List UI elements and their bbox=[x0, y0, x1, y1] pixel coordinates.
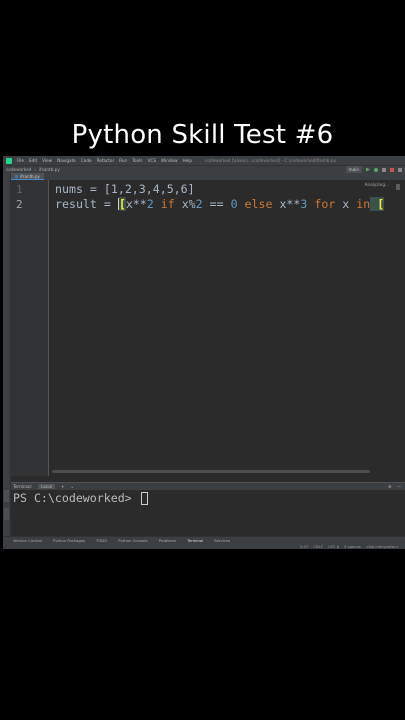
scroll-marker bbox=[396, 184, 400, 190]
token-keyword-if: if bbox=[160, 197, 175, 211]
menu-tools[interactable]: Tools bbox=[132, 158, 142, 163]
new-terminal-button[interactable]: + bbox=[61, 484, 65, 489]
minimize-icon[interactable]: — bbox=[397, 484, 401, 489]
menu-help[interactable]: Help bbox=[183, 158, 193, 163]
terminal-cursor bbox=[140, 492, 148, 505]
token-number: 2 bbox=[146, 197, 154, 211]
menu-code[interactable]: Code bbox=[81, 158, 92, 163]
debug-icon[interactable] bbox=[374, 167, 378, 172]
terminal-title: Terminal: bbox=[13, 484, 33, 489]
tab-ifsantb[interactable]: ifsantb.py bbox=[11, 173, 44, 180]
pycharm-logo-icon bbox=[6, 157, 12, 164]
terminal-tool-strip bbox=[3, 482, 11, 536]
token-number: 2 bbox=[195, 197, 203, 211]
breadcrumb-separator-icon: › bbox=[34, 167, 37, 172]
menu-vcs[interactable]: VCS bbox=[148, 158, 156, 163]
terminal-header-actions: ⚙ — bbox=[388, 484, 405, 489]
python-file-icon bbox=[15, 174, 18, 178]
menu-view[interactable]: View bbox=[42, 158, 52, 163]
token-op: == bbox=[202, 197, 231, 211]
tool-problems[interactable]: Problems bbox=[159, 538, 177, 543]
token-var: result bbox=[55, 197, 97, 211]
run-configuration-select[interactable]: main bbox=[345, 166, 362, 173]
menu-bar: File Edit View Navigate Code Refactor Ru… bbox=[3, 156, 405, 165]
run-icon[interactable] bbox=[366, 167, 370, 172]
tool-todo[interactable]: TODO bbox=[96, 538, 107, 543]
window-title: codeworked [\Users\...\codeworked] - C:\… bbox=[205, 158, 337, 163]
breadcrumb-file[interactable]: ifsantb.py bbox=[39, 167, 60, 172]
menu-window[interactable]: Window bbox=[161, 158, 178, 163]
terminal-tab-local[interactable]: Local bbox=[38, 484, 55, 489]
token-bracket: [ bbox=[370, 197, 385, 211]
menu-file[interactable]: File bbox=[17, 158, 24, 163]
video-title: Python Skill Test #6 bbox=[71, 120, 334, 150]
token-op: = bbox=[82, 182, 104, 196]
code-line-1: nums = [1,2,3,4,5,6] bbox=[55, 182, 195, 196]
line-number: 2 bbox=[16, 198, 23, 211]
token-number: 3 bbox=[300, 197, 308, 211]
code-editor[interactable]: nums = [1,2,3,4,5,6] result = [x**2 if x… bbox=[50, 180, 390, 476]
navigation-bar: codeworked › ifsantb.py main bbox=[3, 165, 405, 173]
stop-icon[interactable] bbox=[390, 167, 394, 172]
token-keyword-for: for bbox=[314, 197, 336, 211]
tab-label: ifsantb.py bbox=[20, 173, 40, 179]
editor-horizontal-scrollbar[interactable] bbox=[52, 470, 370, 473]
editor-vertical-scrollbar[interactable] bbox=[394, 180, 402, 476]
matched-bracket: [ bbox=[118, 197, 126, 211]
line-number-gutter: 1 2 bbox=[11, 180, 49, 476]
tool-terminal[interactable]: Terminal bbox=[187, 538, 203, 543]
tool-version-control[interactable]: Version Control bbox=[13, 538, 42, 543]
status-indent[interactable]: 4 spaces bbox=[344, 544, 361, 549]
search-icon[interactable] bbox=[398, 167, 402, 172]
status-caret-position[interactable]: 2:47 bbox=[300, 544, 309, 549]
token-expr: x** bbox=[125, 197, 147, 211]
coverage-icon[interactable] bbox=[382, 167, 386, 172]
token-expr: x** bbox=[272, 197, 301, 211]
ide-window: File Edit View Navigate Code Refactor Ru… bbox=[3, 156, 405, 549]
menu-run[interactable]: Run bbox=[119, 158, 127, 163]
terminal-dropdown-icon[interactable]: ⌄ bbox=[70, 484, 74, 489]
status-interpreter[interactable]: <No interpreter> bbox=[366, 544, 399, 549]
token-op: = bbox=[96, 197, 118, 211]
token-number: 0 bbox=[230, 197, 238, 211]
menu-refactor[interactable]: Refactor bbox=[97, 158, 115, 163]
status-line-separator[interactable]: CRLF bbox=[313, 544, 323, 549]
status-encoding[interactable]: UTF-8 bbox=[328, 544, 339, 549]
bottom-tool-bar: Version Control Python Packages TODO Pyt… bbox=[3, 536, 405, 543]
terminal-prompt-text: PS C:\codeworked> bbox=[13, 491, 132, 505]
token-keyword-in: in bbox=[356, 197, 371, 211]
status-bar: 2:47 CRLF UTF-8 4 spaces <No interpreter… bbox=[3, 543, 405, 549]
code-line-2: result = [x**2 if x%2 == 0 else x**3 for… bbox=[55, 197, 385, 211]
terminal-panel[interactable]: PS C:\codeworked> bbox=[11, 490, 405, 536]
settings-gear-icon[interactable]: ⚙ bbox=[388, 484, 392, 489]
token-keyword-else: else bbox=[244, 197, 273, 211]
menu-navigate[interactable]: Navigate bbox=[57, 158, 76, 163]
breadcrumb-project[interactable]: codeworked bbox=[6, 167, 31, 172]
project-tool-strip bbox=[3, 173, 11, 483]
tool-services[interactable]: Services bbox=[214, 538, 230, 543]
toolbar-right: main bbox=[345, 166, 405, 173]
favorites-tool-button[interactable] bbox=[4, 508, 9, 520]
tool-python-packages[interactable]: Python Packages bbox=[53, 538, 85, 543]
token-var: x bbox=[335, 197, 357, 211]
line-number: 1 bbox=[16, 183, 23, 196]
tool-python-console[interactable]: Python Console bbox=[118, 538, 147, 543]
terminal-header: Terminal: Local + ⌄ ⚙ — bbox=[11, 482, 405, 490]
token-var: nums bbox=[55, 182, 83, 196]
analyzing-indicator: Analyzing... bbox=[364, 182, 389, 187]
menu-edit[interactable]: Edit bbox=[29, 158, 37, 163]
structure-tool-button[interactable] bbox=[4, 490, 9, 502]
token-expr: x% bbox=[174, 197, 196, 211]
token-list: [1,2,3,4,5,6] bbox=[103, 182, 195, 196]
editor-tabs: ifsantb.py bbox=[11, 173, 405, 180]
terminal-prompt: PS C:\codeworked> bbox=[13, 491, 148, 505]
